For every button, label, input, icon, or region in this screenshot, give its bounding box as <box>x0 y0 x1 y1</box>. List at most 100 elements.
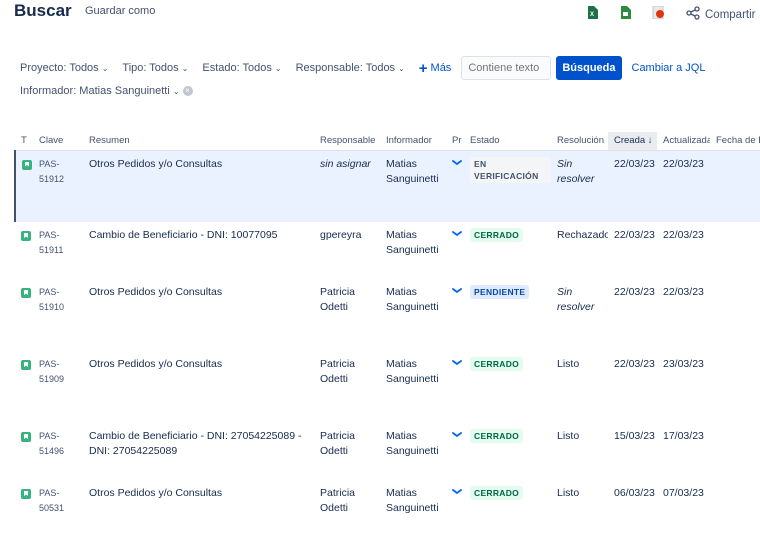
status-filter-label: Estado: Todos <box>202 62 272 74</box>
project-filter-label: Proyecto: Todos <box>20 62 99 74</box>
created-cell: 06/03/23 <box>614 487 655 499</box>
status-badge[interactable]: CERRADO <box>470 357 524 371</box>
column-header-actualizada[interactable]: Actualizada <box>657 132 710 151</box>
status-filter[interactable]: Estado: Todos ⌄ <box>202 62 281 74</box>
issue-summary-link[interactable]: Cambio de Beneficiario - DNI: 10077095 <box>83 222 314 279</box>
priority-low-icon <box>452 287 462 298</box>
table-body: PAS-51912 Otros Pedidos y/o Consultas sin … <box>14 150 760 530</box>
issue-summary-link[interactable]: Otros Pedidos y/o Consultas <box>83 351 314 423</box>
due-date-cell <box>710 279 760 351</box>
issue-summary-link[interactable]: Cambio de Beneficiario - DNI: 2705422508… <box>83 423 314 480</box>
text-search-input[interactable] <box>461 56 552 80</box>
column-header-fecha-de-e[interactable]: Fecha de E <box>710 132 760 151</box>
assignee-cell: Patricia Odetti <box>320 487 356 514</box>
status-badge[interactable]: CERRADO <box>470 486 524 500</box>
priority-cell <box>446 351 464 423</box>
issue-key-link[interactable]: PAS-51909 <box>33 351 83 423</box>
issue-key-link[interactable]: PAS-51496 <box>33 423 83 480</box>
created-cell: 22/03/23 <box>614 358 655 370</box>
status-cell: CERRADO <box>464 480 551 530</box>
column-header-creada[interactable]: Creada ↓ <box>608 132 657 151</box>
table-row[interactable]: PAS-51910 Otros Pedidos y/o Consultas Patr… <box>15 279 760 351</box>
status-badge[interactable]: PENDIENTE <box>470 285 530 299</box>
table-row[interactable]: PAS-51909 Otros Pedidos y/o Consultas Patr… <box>15 351 760 423</box>
more-label: Más <box>430 62 452 74</box>
status-badge[interactable]: CERRADO <box>470 228 524 242</box>
column-header-t[interactable]: T <box>15 132 33 151</box>
status-badge[interactable]: CERRADO <box>470 429 524 443</box>
issue-key-link[interactable]: PAS-50531 <box>33 480 83 530</box>
column-header-clave[interactable]: Clave <box>33 132 83 151</box>
chevron-down-icon: ⌄ <box>172 86 180 96</box>
status-cell: CERRADO <box>464 423 551 480</box>
column-header-informador[interactable]: Informador <box>380 132 446 151</box>
assignee-cell: sin asignar <box>314 150 380 222</box>
column-header-resoluci-n[interactable]: Resolución <box>551 132 608 151</box>
issue-type-cell <box>15 480 33 530</box>
column-header-estado[interactable]: Estado <box>464 132 551 151</box>
due-date-cell <box>710 423 760 480</box>
save-as-link[interactable]: Guardar como <box>85 5 155 17</box>
table-row[interactable]: PAS-51911 Cambio de Beneficiario - DNI: 1… <box>15 222 760 279</box>
priority-cell <box>446 480 464 530</box>
column-header-responsable[interactable]: Responsable <box>314 132 380 151</box>
type-filter[interactable]: Tipo: Todos ⌄ <box>122 62 188 74</box>
story-icon <box>21 489 31 499</box>
type-filter-label: Tipo: Todos <box>122 62 179 74</box>
column-header-label: Creada <box>614 135 646 147</box>
status-cell: PENDIENTE <box>464 279 551 351</box>
table-row[interactable]: PAS-51912 Otros Pedidos y/o Consultas sin … <box>14 150 760 222</box>
priority-low-icon <box>452 159 462 170</box>
created-cell: 22/03/23 <box>608 150 657 222</box>
column-header-resumen[interactable]: Resumen <box>83 132 314 151</box>
table-row[interactable]: PAS-51496 Cambio de Beneficiario - DNI: 2… <box>15 423 760 480</box>
issue-type-cell <box>15 423 33 480</box>
pdf-icon[interactable] <box>652 5 664 20</box>
issue-summary-link[interactable]: Otros Pedidos y/o Consultas <box>83 480 314 530</box>
clear-filter-icon[interactable]: × <box>182 86 193 96</box>
switch-to-jql-link[interactable]: Cambiar a JQL <box>632 62 706 74</box>
project-filter[interactable]: Proyecto: Todos ⌄ <box>20 62 108 74</box>
issue-type-cell <box>15 222 33 279</box>
updated-cell: 22/03/23 <box>657 150 710 222</box>
status-badge[interactable]: EN VERIFICACIÓN <box>470 156 551 183</box>
issue-key-link[interactable]: PAS-51910 <box>33 279 83 351</box>
assignee-cell: Patricia Odetti <box>320 430 356 457</box>
resolution-cell: Listo <box>557 430 580 442</box>
plus-icon: + <box>418 59 428 77</box>
more-filters-button[interactable]: + Más <box>419 61 452 76</box>
chevron-down-icon: ⌄ <box>274 63 282 73</box>
priority-low-icon <box>452 431 462 442</box>
updated-cell: 22/03/23 <box>663 286 704 298</box>
reporter-filter-label: Informador: Matias Sanguinetti <box>20 85 170 97</box>
due-date-cell <box>710 351 760 423</box>
table-row[interactable]: PAS-50531 Otros Pedidos y/o Consultas Patr… <box>15 480 760 530</box>
assignee-filter[interactable]: Responsable: Todos ⌄ <box>296 62 405 74</box>
updated-cell: 07/03/23 <box>663 487 704 499</box>
excel-icon[interactable]: X <box>587 6 599 20</box>
due-date-cell <box>710 222 760 279</box>
chevron-down-icon: ⌄ <box>101 63 109 73</box>
column-header-pr[interactable]: Pr <box>446 132 464 151</box>
issue-summary-link[interactable]: Otros Pedidos y/o Consultas <box>83 279 314 351</box>
issue-summary-link[interactable]: Otros Pedidos y/o Consultas <box>83 150 314 222</box>
resolution-cell: Rechazado <box>557 229 608 241</box>
reporter-cell: Matias Sanguinetti <box>386 229 439 256</box>
priority-cell <box>446 150 464 222</box>
sort-arrow-icon: ↓ <box>645 135 653 147</box>
search-button[interactable]: Búsqueda <box>556 56 622 80</box>
issue-key-link[interactable]: PAS-51911 <box>33 222 83 279</box>
updated-cell: 23/03/23 <box>663 358 704 370</box>
created-cell: 22/03/23 <box>614 286 655 298</box>
issue-key-link[interactable]: PAS-51912 <box>33 150 83 222</box>
story-icon <box>22 159 32 170</box>
due-date-cell <box>710 150 760 222</box>
due-date-cell <box>710 480 760 530</box>
csv-icon[interactable] <box>620 6 632 20</box>
reporter-filter[interactable]: Informador: Matias Sanguinetti ⌄ × <box>20 85 193 97</box>
resolution-cell: Listo <box>557 358 580 370</box>
story-icon <box>21 288 31 298</box>
reporter-cell: Matias Sanguinetti <box>380 150 446 222</box>
share-button[interactable]: Compartir <box>686 6 755 23</box>
svg-text:X: X <box>590 12 594 18</box>
